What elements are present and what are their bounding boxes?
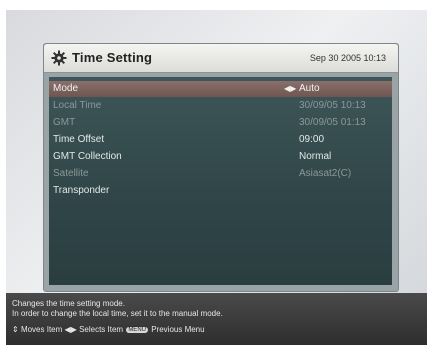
previous-menu-label: Previous Menu bbox=[151, 325, 205, 334]
help-bar: Changes the time setting mode. In order … bbox=[6, 293, 427, 345]
setting-row-gmt-collection[interactable]: GMT Collection Normal bbox=[49, 149, 392, 165]
setting-label-gmt-collection: GMT Collection bbox=[53, 151, 122, 162]
setting-row-transponder[interactable]: Transponder bbox=[49, 183, 392, 199]
setting-label-mode: Mode bbox=[53, 83, 79, 94]
tv-screen: Time Setting Sep 30 2005 10:13 Mode ◀▶ A… bbox=[6, 10, 427, 345]
setting-label-gmt: GMT bbox=[53, 117, 76, 128]
up-down-arrows-icon: ⇕ bbox=[12, 325, 19, 334]
selects-item-label: Selects Item bbox=[79, 325, 124, 334]
setting-value-gmt: 30/09/05 01:13 bbox=[299, 117, 366, 128]
help-text-line-1: Changes the time setting mode. bbox=[12, 299, 125, 308]
setting-row-satellite[interactable]: Satellite Asiasat2(C) bbox=[49, 166, 392, 182]
setting-value-mode: Auto bbox=[299, 83, 320, 94]
setting-row-local-time[interactable]: Local Time 30/09/05 10:13 bbox=[49, 98, 392, 114]
page-title: Time Setting bbox=[72, 50, 153, 65]
setting-label-time-offset: Time Offset bbox=[53, 134, 105, 145]
left-right-arrows-icon: ◀▶ bbox=[284, 84, 297, 93]
key-legend: ⇕ Moves Item ◀▶ Selects Item MENU Previo… bbox=[12, 325, 205, 334]
setting-row-gmt[interactable]: GMT 30/09/05 01:13 bbox=[49, 115, 392, 131]
help-text-line-2: In order to change the local time, set i… bbox=[12, 309, 223, 318]
setting-label-local-time: Local Time bbox=[53, 100, 102, 111]
setting-value-gmt-collection: Normal bbox=[299, 151, 332, 162]
menu-key-icon: MENU bbox=[126, 326, 148, 333]
setting-row-mode[interactable]: Mode ◀▶ Auto bbox=[49, 81, 392, 97]
setting-row-time-offset[interactable]: Time Offset 09:00 bbox=[49, 132, 392, 148]
setting-label-transponder: Transponder bbox=[53, 185, 110, 196]
panel-header: Time Setting Sep 30 2005 10:13 bbox=[44, 44, 398, 73]
setting-value-local-time: 30/09/05 10:13 bbox=[299, 100, 366, 111]
gear-icon bbox=[51, 50, 67, 66]
setting-value-time-offset: 09:00 bbox=[299, 134, 325, 145]
setting-value-satellite: Asiasat2(C) bbox=[299, 168, 352, 179]
left-right-arrows-icon: ◀▶ bbox=[64, 325, 77, 334]
moves-item-label: Moves Item bbox=[20, 325, 63, 334]
setting-label-satellite: Satellite bbox=[53, 168, 89, 179]
clock-datetime: Sep 30 2005 10:13 bbox=[309, 53, 386, 63]
settings-list: Mode ◀▶ Auto Local Time 30/09/05 10:13 G… bbox=[49, 77, 392, 285]
time-setting-panel: Time Setting Sep 30 2005 10:13 Mode ◀▶ A… bbox=[43, 43, 399, 292]
